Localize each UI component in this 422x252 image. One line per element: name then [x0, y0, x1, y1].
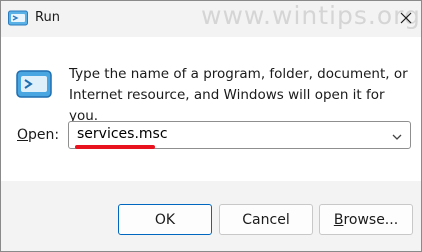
title-bar[interactable]: Run www.wintips.org — [1, 1, 421, 37]
window-title: Run — [35, 10, 60, 25]
highlight-underline — [75, 145, 155, 149]
ok-button[interactable]: OK — [118, 204, 212, 235]
open-label-rest: pen: — [28, 127, 60, 143]
browse-button[interactable]: Browse... — [319, 204, 413, 235]
cancel-button[interactable]: Cancel — [219, 204, 313, 235]
run-program-icon — [16, 69, 52, 99]
chevron-down-icon[interactable] — [390, 129, 404, 143]
close-button[interactable] — [393, 7, 419, 29]
run-icon — [8, 10, 28, 26]
description: Type the name of a program, folder, docu… — [69, 64, 409, 127]
button-bar: OK Cancel Browse... — [1, 181, 421, 251]
browse-accel: B — [333, 211, 344, 228]
dialog-body: Type the name of a program, folder, docu… — [1, 37, 421, 181]
open-label-accel: O — [17, 127, 29, 143]
run-dialog: Run www.wintips.org Type the name of a p… — [0, 0, 422, 252]
description-line-1: Type the name of a program, folder, docu… — [69, 66, 408, 82]
open-input[interactable]: services.msc — [77, 126, 168, 142]
watermark: www.wintips.org — [201, 1, 421, 30]
close-icon — [400, 9, 412, 28]
browse-rest: rowse... — [343, 211, 399, 228]
open-label: Open: — [17, 127, 59, 143]
